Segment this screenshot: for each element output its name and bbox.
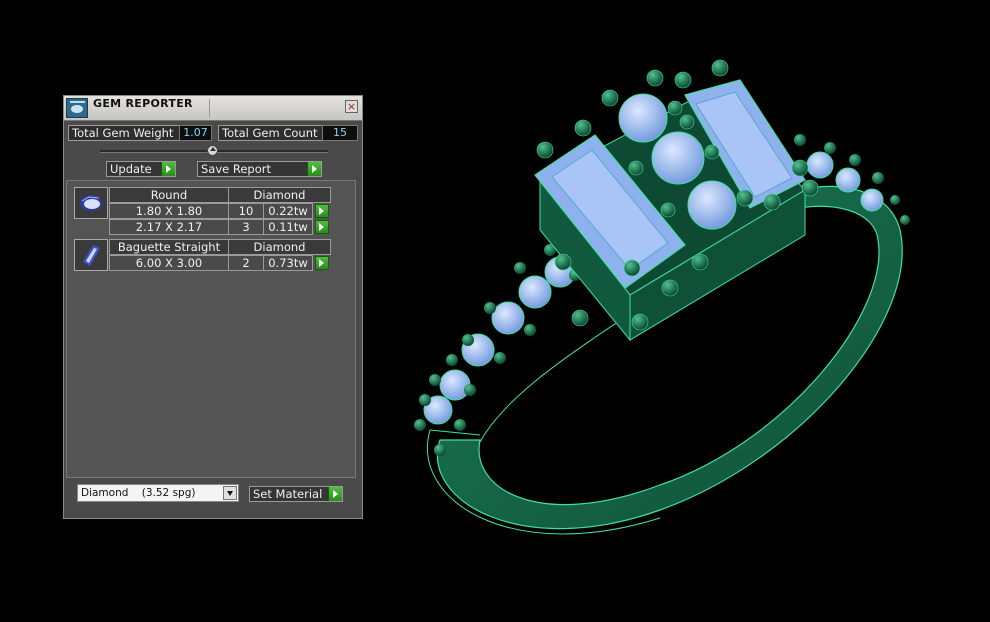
update-button[interactable]: Update: [106, 161, 176, 177]
play-arrow-icon: [307, 162, 321, 176]
save-report-button[interactable]: Save Report: [197, 161, 322, 177]
gem-weight-cell: 0.11tw: [263, 219, 313, 235]
gem-material-cell: Diamond: [228, 187, 331, 203]
chevron-down-icon[interactable]: [223, 486, 237, 500]
gem-list: Round Diamond 1.80 X 1.80 10 0.22tw 2.17…: [66, 180, 356, 478]
gem-size-cell: 1.80 X 1.80: [109, 203, 229, 219]
gem-size-cell: 6.00 X 3.00: [109, 255, 229, 271]
side-stones-left: [423, 256, 576, 425]
round-gem-icon[interactable]: [74, 187, 108, 219]
panel-slider-handle[interactable]: [207, 145, 218, 156]
gem-shape-cell: Baguette Straight: [109, 239, 229, 255]
gem-material-cell: Diamond: [228, 239, 331, 255]
close-icon[interactable]: ×: [345, 100, 358, 113]
play-arrow-icon: [328, 487, 342, 501]
gem-count-cell: 3: [228, 219, 264, 235]
set-material-button[interactable]: Set Material: [249, 486, 343, 502]
gem-count-cell: 2: [228, 255, 264, 271]
gem-count-cell: 10: [228, 203, 264, 219]
play-arrow-icon: [161, 162, 175, 176]
total-gem-count-value: 15: [322, 125, 358, 141]
ring-3d-viewport[interactable]: [400, 40, 940, 560]
total-gem-weight-value: 1.07: [179, 125, 212, 141]
gem-shape-cell: Round: [109, 187, 229, 203]
gem-weight-cell: 0.73tw: [263, 255, 313, 271]
save-report-button-label: Save Report: [201, 162, 272, 176]
row-play-arrow-icon[interactable]: [315, 220, 329, 234]
baguette-gem-icon[interactable]: [74, 239, 108, 271]
gem-reporter-icon: [66, 98, 88, 118]
gem-size-cell: 2.17 X 2.17: [109, 219, 229, 235]
window-title: GEM REPORTER: [93, 97, 193, 110]
set-material-button-label: Set Material: [253, 487, 323, 501]
row-play-arrow-icon[interactable]: [315, 204, 329, 218]
material-dropdown-value: Diamond (3.52 spg): [81, 487, 196, 499]
title-bar[interactable]: GEM REPORTER ×: [64, 96, 362, 121]
update-button-label: Update: [110, 162, 152, 176]
gem-weight-cell: 0.22tw: [263, 203, 313, 219]
gem-reporter-window: GEM REPORTER × Total Gem Weight 1.07 Tot…: [63, 95, 363, 519]
title-divider: [209, 99, 210, 117]
row-play-arrow-icon[interactable]: [315, 256, 329, 270]
material-dropdown[interactable]: Diamond (3.52 spg): [77, 484, 239, 502]
